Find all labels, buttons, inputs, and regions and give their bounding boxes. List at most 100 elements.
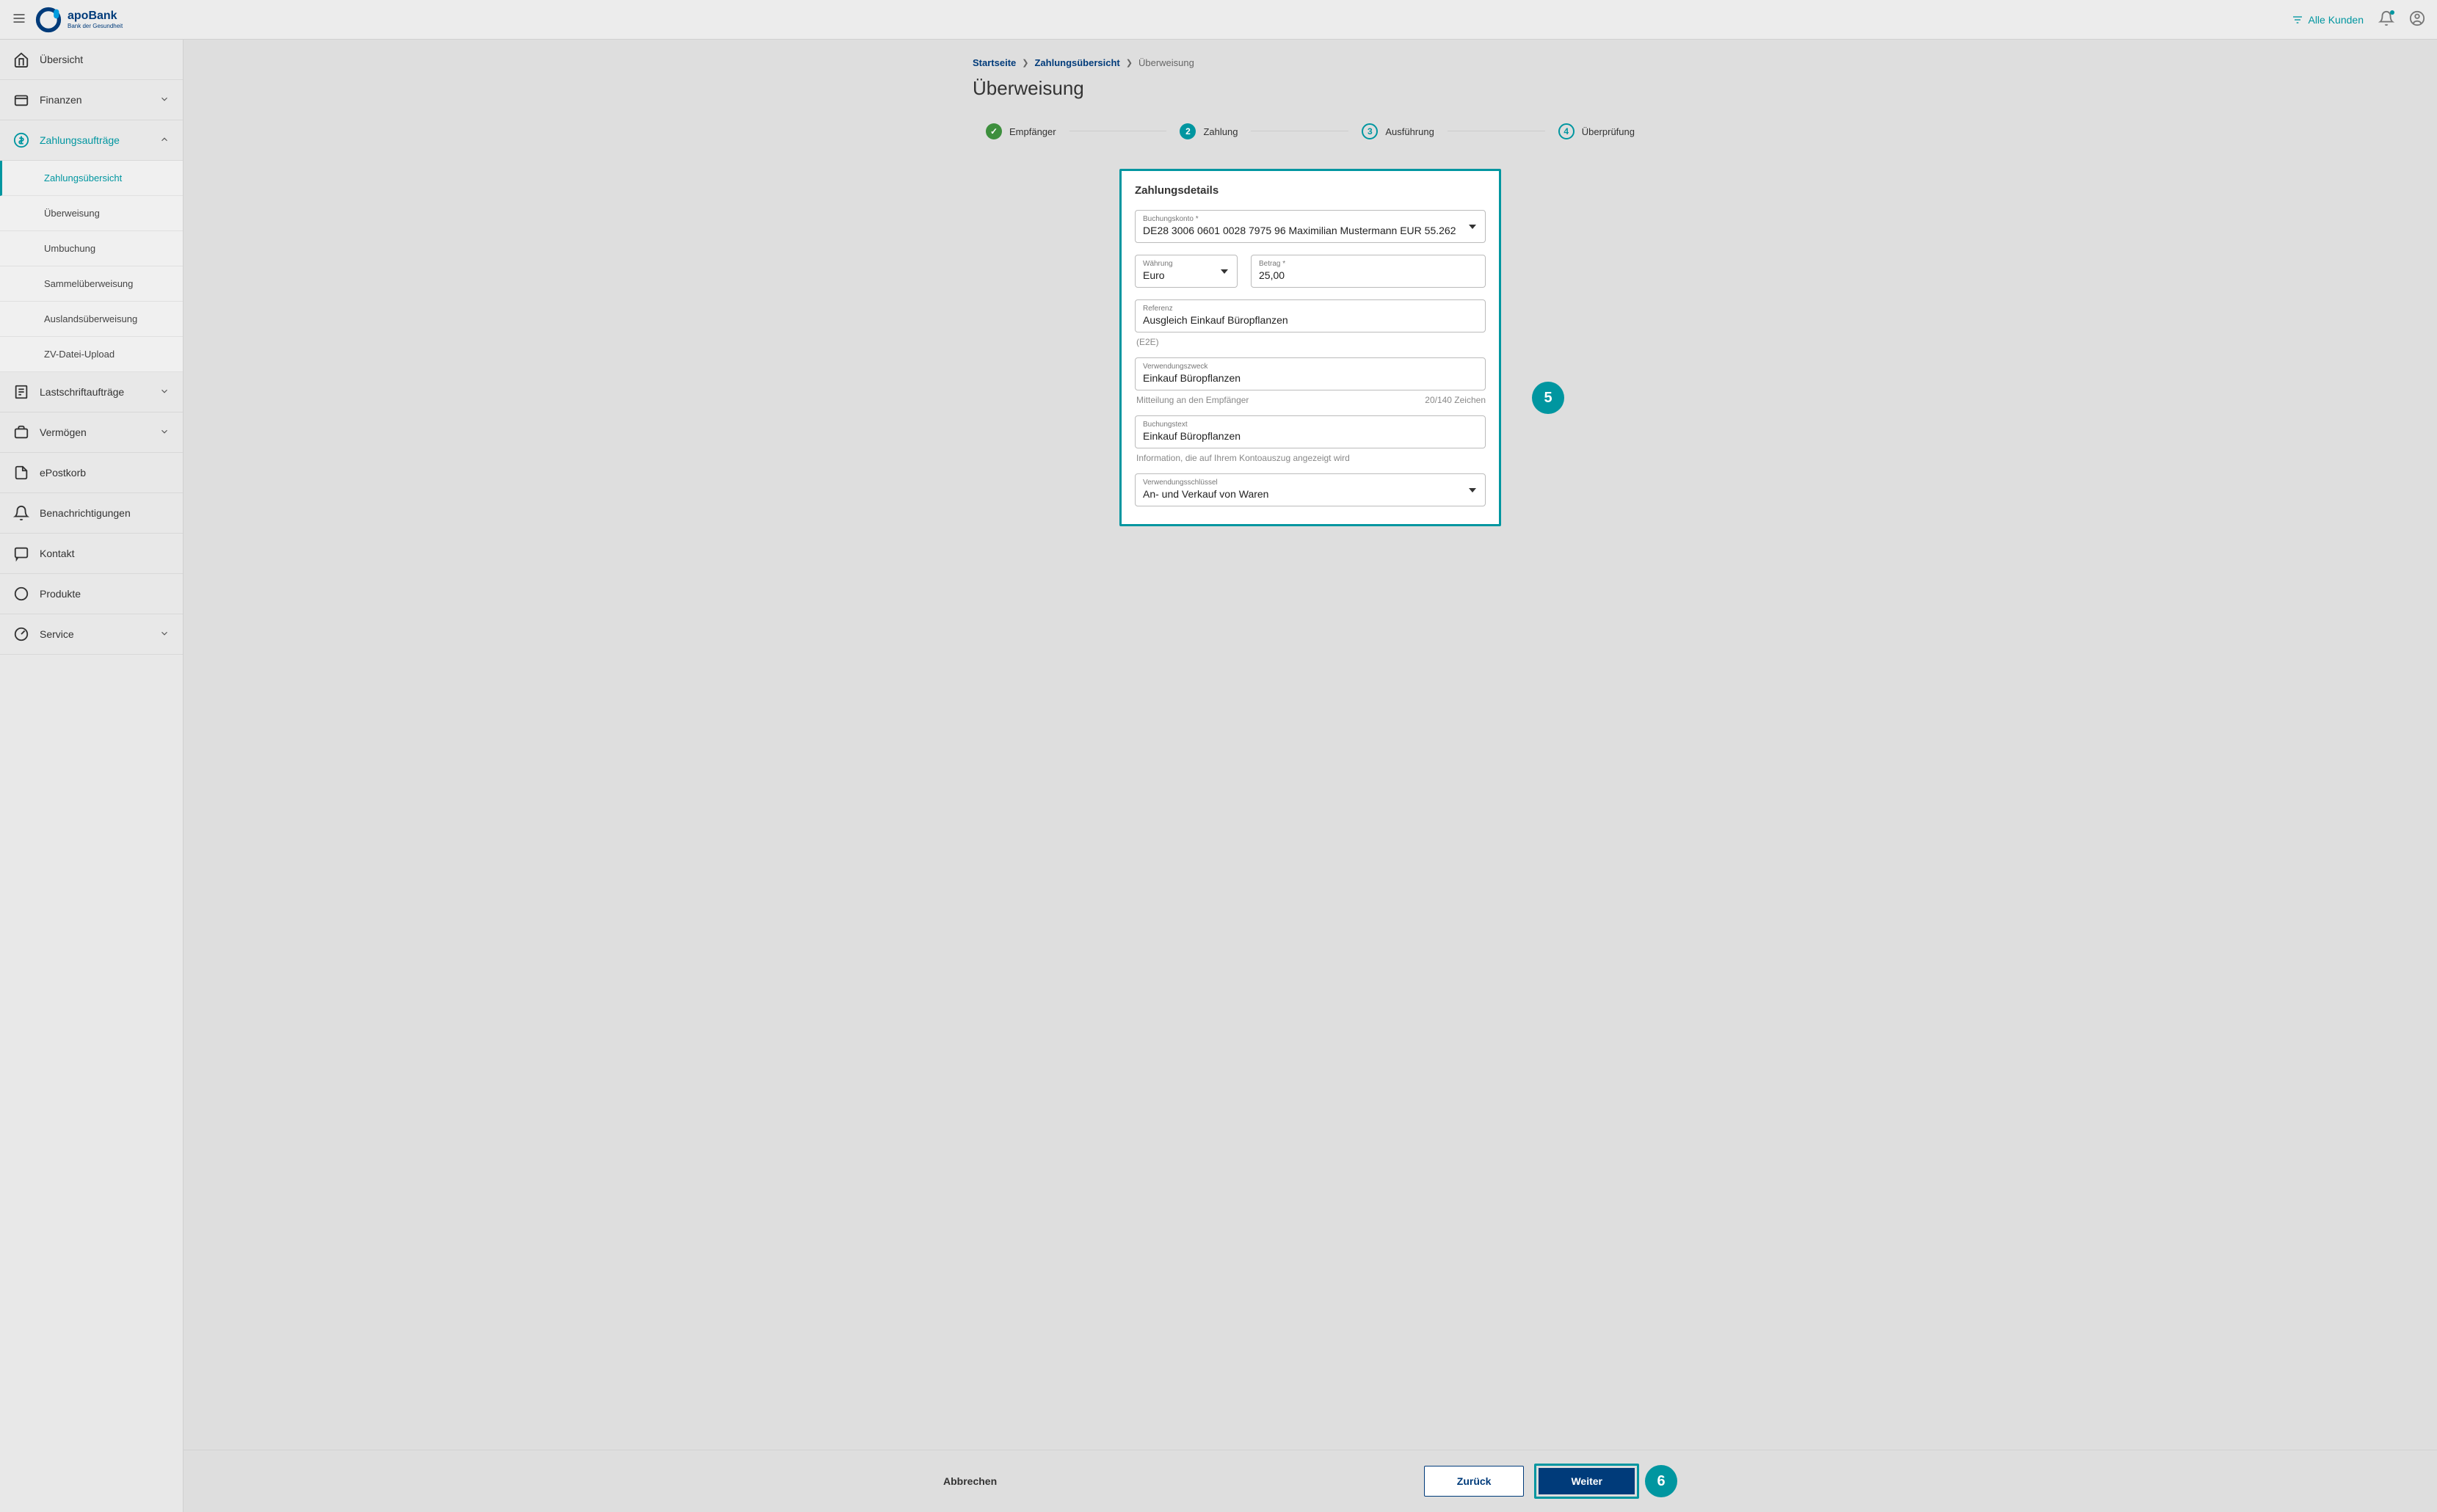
- card-title: Zahlungsdetails: [1135, 184, 1486, 197]
- booking-text-field[interactable]: Buchungstext: [1135, 415, 1486, 448]
- notifications-button[interactable]: [2378, 10, 2394, 29]
- breadcrumb-link-startseite[interactable]: Startseite: [973, 57, 1016, 68]
- sidebar-item-benachrichtigungen[interactable]: Benachrichtigungen: [0, 493, 183, 534]
- step-label: Überprüfung: [1582, 126, 1635, 137]
- step-ueberpruefung: 4 Überprüfung: [1545, 123, 1648, 139]
- annotation-badge-6: 6: [1645, 1465, 1677, 1497]
- currency-value: Euro: [1143, 269, 1230, 281]
- step-label: Empfänger: [1009, 126, 1056, 137]
- account-value: DE28 3006 0601 0028 7975 96 Maximilian M…: [1143, 225, 1478, 236]
- sidebar-item-label: Service: [40, 628, 74, 640]
- reference-input[interactable]: [1143, 314, 1478, 326]
- char-counter: 20/140 Zeichen: [1425, 395, 1486, 405]
- field-label: Buchungskonto *: [1143, 215, 1478, 223]
- reference-hint: (E2E): [1136, 337, 1486, 347]
- purpose-hint: Mitteilung an den Empfänger 20/140 Zeich…: [1136, 395, 1486, 405]
- step-number: 2: [1180, 123, 1196, 139]
- brand-logo[interactable]: apoBank Bank der Gesundheit: [35, 7, 123, 33]
- booking-input[interactable]: [1143, 430, 1478, 442]
- sidebar-sub-zv-datei-upload[interactable]: ZV-Datei-Upload: [0, 337, 183, 372]
- home-icon: [13, 51, 29, 68]
- step-empfaenger: ✓ Empfänger: [973, 123, 1069, 139]
- notification-dot: [2390, 10, 2394, 15]
- sidebar-item-service[interactable]: Service: [0, 614, 183, 655]
- customer-filter-label: Alle Kunden: [2308, 14, 2364, 26]
- amount-input[interactable]: [1259, 269, 1478, 281]
- sidebar-item-label: Zahlungsaufträge: [40, 134, 120, 146]
- chevron-right-icon: ❯: [1022, 58, 1028, 68]
- field-label: Buchungstext: [1143, 421, 1478, 429]
- usage-key-value: An- und Verkauf von Waren: [1143, 488, 1478, 500]
- sidebar-item-label: Kontakt: [40, 548, 74, 559]
- sidebar-item-label: Produkte: [40, 588, 81, 600]
- usage-key-select[interactable]: Verwendungsschlüssel An- und Verkauf von…: [1135, 473, 1486, 506]
- customer-filter[interactable]: Alle Kunden: [2292, 14, 2364, 26]
- profile-button[interactable]: [2409, 10, 2425, 29]
- sidebar-item-label: ePostkorb: [40, 467, 86, 479]
- app-header: apoBank Bank der Gesundheit Alle Kunden: [0, 0, 2437, 40]
- field-label: Verwendungsschlüssel: [1143, 479, 1478, 487]
- amount-field[interactable]: Betrag *: [1251, 255, 1486, 288]
- dollar-circle-icon: [13, 132, 29, 148]
- sidebar-sub-auslandsueberweisung[interactable]: Auslandsüberweisung: [0, 302, 183, 337]
- chevron-down-icon: [159, 426, 170, 439]
- step-number: 4: [1558, 123, 1575, 139]
- breadcrumb-current: Überweisung: [1138, 57, 1194, 68]
- chevron-right-icon: ❯: [1126, 58, 1133, 68]
- sidebar-item-finanzen[interactable]: Finanzen: [0, 80, 183, 120]
- reference-field[interactable]: Referenz: [1135, 299, 1486, 332]
- chat-icon: [13, 545, 29, 561]
- field-label: Verwendungszweck: [1143, 363, 1478, 371]
- step-number: 3: [1362, 123, 1378, 139]
- field-label: Betrag *: [1259, 260, 1478, 268]
- back-button[interactable]: Zurück: [1424, 1466, 1525, 1497]
- sidebar-item-label: Vermögen: [40, 426, 87, 438]
- step-label: Zahlung: [1203, 126, 1238, 137]
- chevron-down-icon: [159, 628, 170, 641]
- sidebar-item-uebersicht[interactable]: Übersicht: [0, 40, 183, 80]
- sidebar-item-epostkorb[interactable]: ePostkorb: [0, 453, 183, 493]
- doc-list-icon: [13, 384, 29, 400]
- dropdown-icon: [1469, 484, 1476, 496]
- sidebar-item-label: Benachrichtigungen: [40, 507, 131, 519]
- currency-select[interactable]: Währung Euro: [1135, 255, 1238, 288]
- sidebar-sub-zahlungsuebersicht[interactable]: Zahlungsübersicht: [0, 161, 183, 196]
- next-button[interactable]: Weiter: [1539, 1468, 1635, 1494]
- filter-icon: [2292, 14, 2303, 26]
- main-content: Startseite ❯ Zahlungsübersicht ❯ Überwei…: [184, 40, 2437, 1512]
- chevron-up-icon: [159, 134, 170, 147]
- breadcrumb-link-zahlungsuebersicht[interactable]: Zahlungsübersicht: [1034, 57, 1119, 68]
- sidebar-item-vermoegen[interactable]: Vermögen: [0, 412, 183, 453]
- sidebar-sub-sammelueberweisung[interactable]: Sammelüberweisung: [0, 266, 183, 302]
- sidebar-item-label: Lastschriftaufträge: [40, 386, 124, 398]
- sidebar: Übersicht Finanzen Zahlungsaufträge Zahl…: [0, 40, 184, 1512]
- field-label: Referenz: [1143, 305, 1478, 313]
- sidebar-item-label: Finanzen: [40, 94, 82, 106]
- sidebar-scroll[interactable]: Übersicht Finanzen Zahlungsaufträge Zahl…: [0, 40, 183, 1512]
- sidebar-item-zahlungsauftraege[interactable]: Zahlungsaufträge: [0, 120, 183, 161]
- account-select[interactable]: Buchungskonto * DE28 3006 0601 0028 7975…: [1135, 210, 1486, 243]
- sidebar-sub-umbuchung[interactable]: Umbuchung: [0, 231, 183, 266]
- circle-icon: [13, 586, 29, 602]
- payment-details-card: Zahlungsdetails Buchungskonto * DE28 300…: [1119, 169, 1501, 526]
- purpose-field[interactable]: Verwendungszweck: [1135, 357, 1486, 390]
- gauge-icon: [13, 626, 29, 642]
- chevron-down-icon: [159, 386, 170, 399]
- sidebar-submenu-zahlungsauftraege: Zahlungsübersicht Überweisung Umbuchung …: [0, 161, 183, 372]
- chevron-down-icon: [159, 94, 170, 106]
- user-icon: [2409, 10, 2425, 26]
- cancel-button[interactable]: Abbrechen: [943, 1475, 997, 1487]
- sidebar-item-lastschriftauftraege[interactable]: Lastschriftaufträge: [0, 372, 183, 412]
- dropdown-icon: [1469, 221, 1476, 233]
- stepper: ✓ Empfänger 2 Zahlung 3 Ausführung 4 Übe…: [973, 123, 1648, 139]
- page-title: Überweisung: [973, 77, 1648, 100]
- purpose-input[interactable]: [1143, 372, 1478, 384]
- logo-icon: [35, 7, 62, 33]
- file-icon: [13, 465, 29, 481]
- sidebar-item-kontakt[interactable]: Kontakt: [0, 534, 183, 574]
- sidebar-sub-ueberweisung[interactable]: Überweisung: [0, 196, 183, 231]
- sidebar-item-produkte[interactable]: Produkte: [0, 574, 183, 614]
- booking-hint: Information, die auf Ihrem Kontoauszug a…: [1136, 453, 1486, 463]
- menu-toggle-button[interactable]: [12, 11, 26, 28]
- brand-name: apoBank: [68, 10, 123, 23]
